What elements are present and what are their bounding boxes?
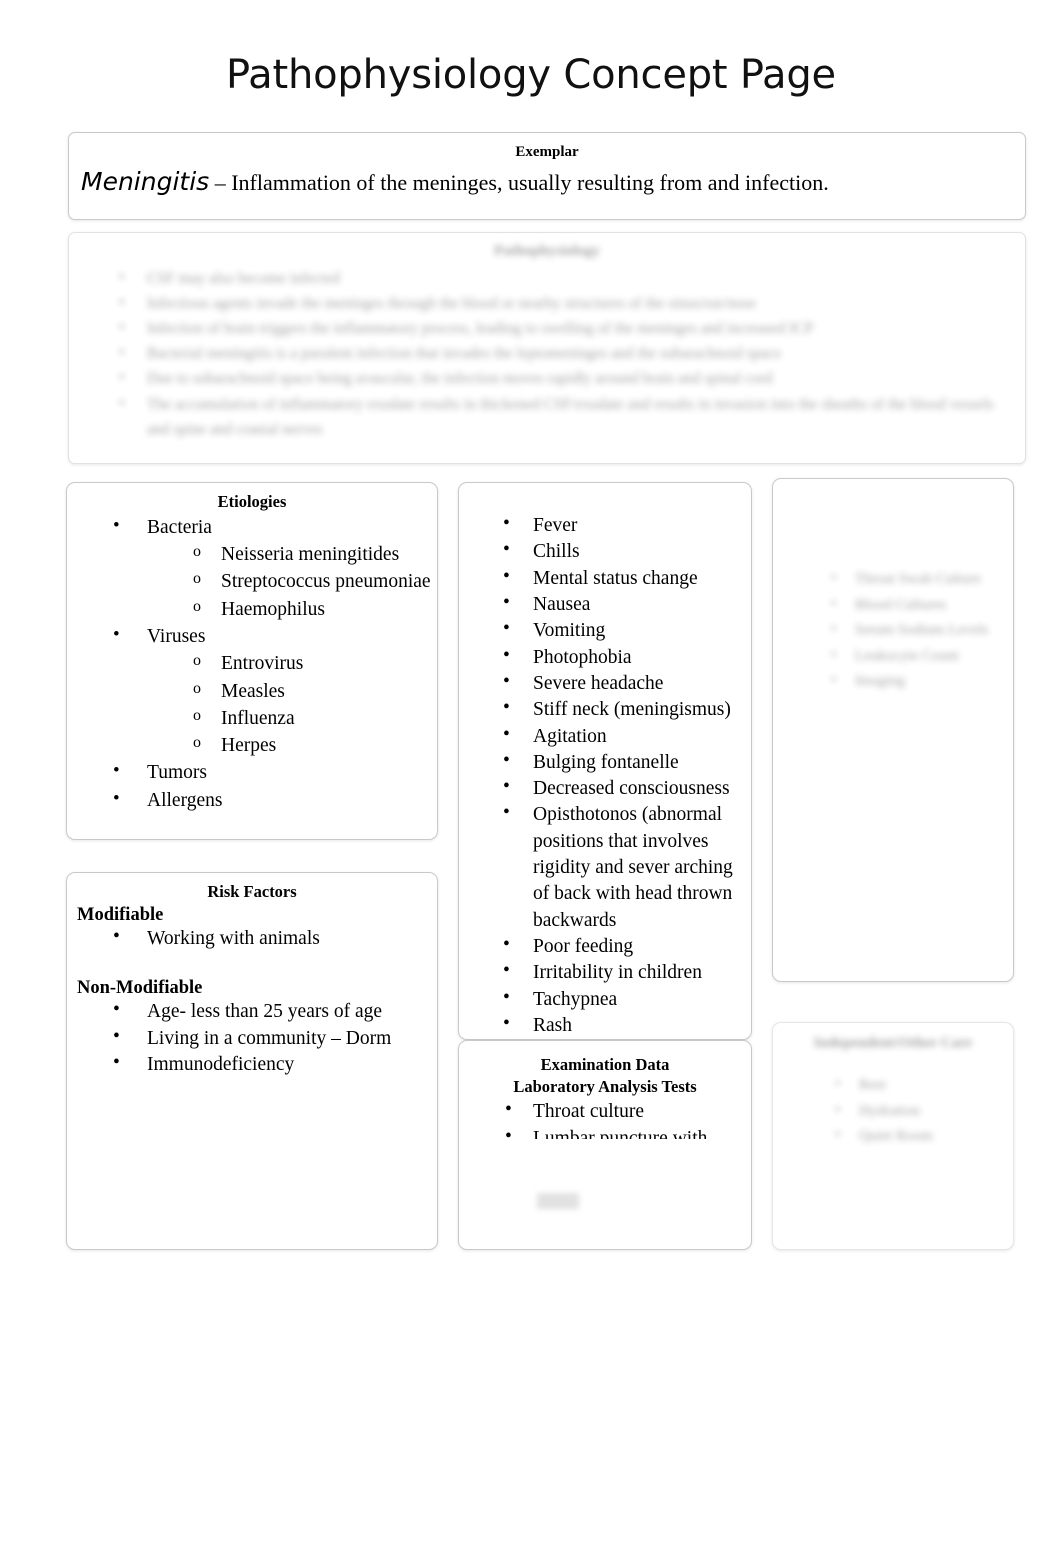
risk-non-modifiable-list: Age- less than 25 years of age Living in…: [67, 997, 437, 1079]
independent-care-body: Rest Hydration Quiet Room: [823, 1072, 1001, 1150]
list-item: Rest: [823, 1072, 1001, 1099]
list-item: Quiet Room: [823, 1123, 1001, 1150]
diagnostic-tests-list: Throat Swab Culture Blood Cultures Serum…: [819, 566, 1003, 695]
list-item: Leukocyte Count: [819, 643, 1003, 670]
list-item: Vomiting: [485, 616, 751, 644]
list-item: Mental status change: [485, 564, 751, 592]
list-item: Tumors: [93, 760, 437, 786]
list-item: Streptococcus pneumoniae: [181, 568, 437, 595]
list-item: Haemophilus: [181, 596, 437, 623]
pathophysiology-list: CSF may also become infected Infectious …: [69, 265, 1025, 442]
independent-care-title: Independent/Other Care: [813, 1035, 973, 1051]
list-item: Agitation: [485, 721, 751, 750]
etiologies-sublist: Neisseria meningitides Streptococcus pne…: [147, 541, 437, 623]
list-item: Opisthotonos (abnormal positions that in…: [485, 800, 751, 934]
etiologies-sublist: Entrovirus Measles Influenza Herpes: [147, 650, 437, 759]
diagnostic-tests-blurred-content: Throat Swab Culture Blood Cultures Serum…: [819, 566, 1003, 695]
list-item: Nausea: [485, 590, 751, 618]
list-item: Serum Sodium Levels: [819, 617, 1003, 644]
risk-factors-panel: Risk Factors Modifiable Working with ani…: [66, 872, 438, 1250]
page-title: Pathophysiology Concept Page: [226, 52, 836, 98]
etiologies-panel: Etiologies Bacteria Neisseria meningitid…: [66, 482, 438, 840]
exemplar-label: Exemplar: [515, 144, 579, 160]
risk-non-modifiable-heading: Non-Modifiable: [77, 978, 203, 999]
independent-care-panel: Independent/Other Care Rest Hydration Qu…: [772, 1022, 1014, 1250]
exemplar-panel: Exemplar Meningitis – Inflammation of th…: [68, 132, 1026, 220]
pathophysiology-panel: Pathophysiology CSF may also become infe…: [68, 232, 1026, 464]
list-item: Irritability in children: [485, 958, 751, 986]
list-item: Bulging fontanelle: [485, 748, 751, 776]
list-item: Lumbar puncture with: [489, 1126, 751, 1139]
exemplar-definition: – Inflammation of the meninges, usually …: [214, 169, 829, 195]
list-item: Tachypnea: [485, 985, 751, 1013]
list-item: Severe headache: [485, 669, 751, 697]
list-item-label: Viruses: [147, 626, 205, 647]
list-item: Decreased consciousness: [485, 774, 751, 802]
list-item: The accumulation of inflammatory exudate…: [117, 391, 1007, 442]
list-item: Hydration: [823, 1098, 1001, 1125]
list-item: Blood Cultures: [819, 592, 1003, 619]
list-item: Herpes: [181, 732, 437, 759]
list-item: Due to subarachnoid space being avascula…: [117, 365, 1007, 391]
list-item: Age- less than 25 years of age: [93, 997, 437, 1026]
independent-care-blurred-content: Independent/Other Care Rest Hydration Qu…: [773, 1035, 1013, 1148]
examination-data-title: Examination Data: [540, 1055, 670, 1074]
exemplar-statement: Meningitis – Inflammation of the meninge…: [69, 166, 1025, 197]
list-item-label: Allergens: [147, 790, 222, 811]
blurred-artifact: [537, 1193, 579, 1209]
symptoms-list: Fever Chills Mental status change Nausea…: [459, 511, 751, 1039]
risk-modifiable-heading: Modifiable: [77, 904, 164, 925]
list-item: Neisseria meningitides: [181, 541, 437, 568]
risk-modifiable-list: Working with animals: [67, 924, 437, 953]
list-item: Throat culture: [489, 1097, 751, 1125]
list-item: Bacterial meningitis is a purulent infec…: [117, 340, 1007, 366]
list-item: Measles: [181, 677, 437, 705]
list-item: Photophobia: [485, 643, 751, 671]
list-item: Infectious agents invade the meninges th…: [117, 290, 1007, 316]
list-item: Rash: [485, 1011, 751, 1039]
list-item: Imaging: [819, 668, 1003, 695]
signs-and-symptoms-panel: Fever Chills Mental status change Nausea…: [458, 482, 752, 1040]
list-item-label: Bacteria: [147, 517, 212, 538]
list-item: Entrovirus: [181, 650, 437, 677]
list-item: Allergens: [93, 788, 437, 814]
list-item: Viruses Entrovirus Measles Influenza Her…: [93, 624, 437, 760]
list-item-label: Tumors: [147, 762, 207, 783]
etiologies-list: Bacteria Neisseria meningitides Streptoc…: [67, 515, 437, 814]
list-item: Throat Swab Culture: [819, 566, 1003, 593]
exemplar-term: Meningitis: [81, 166, 210, 196]
list-item: Infection of brain triggers the inflamma…: [117, 315, 1007, 341]
independent-care-list: Rest Hydration Quiet Room: [823, 1072, 1001, 1150]
list-item: Bacteria Neisseria meningitides Streptoc…: [93, 515, 437, 623]
examination-data-panel: Examination Data Laboratory Analysis Tes…: [458, 1040, 752, 1250]
pathophysiology-title: Pathophysiology: [494, 243, 600, 259]
list-item: Stiff neck (meningismus): [485, 695, 751, 723]
etiologies-title: Etiologies: [217, 492, 287, 511]
list-item: Influenza: [181, 705, 437, 732]
list-item: Fever: [485, 511, 751, 539]
risk-factors-title: Risk Factors: [207, 882, 297, 901]
examination-data-list: Throat culture Lumbar puncture with: [459, 1097, 751, 1139]
list-item: Immunodeficiency: [93, 1050, 437, 1079]
list-item: Working with animals: [93, 924, 437, 953]
laboratory-analysis-subtitle: Laboratory Analysis Tests: [513, 1076, 697, 1096]
list-item: CSF may also become infected: [117, 265, 1007, 291]
list-item: Chills: [485, 537, 751, 565]
list-item: Poor feeding: [485, 932, 751, 960]
pathophysiology-blurred-content: Pathophysiology CSF may also become infe…: [69, 243, 1025, 442]
list-item: Living in a community – Dorm: [93, 1024, 437, 1053]
diagnostic-tests-panel: Throat Swab Culture Blood Cultures Serum…: [772, 478, 1014, 982]
